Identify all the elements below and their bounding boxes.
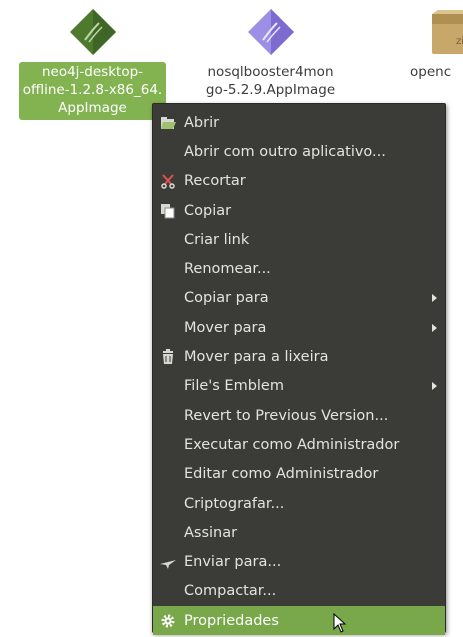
menu-item-label: Copiar <box>184 202 232 219</box>
menu-item-label: Mover para <box>184 319 267 336</box>
menu-item-abrir-com[interactable]: Abrir com outro aplicativo... <box>153 137 445 166</box>
mouse-cursor-icon <box>333 612 347 637</box>
menu-item-criptografar[interactable]: Criptografar... <box>153 489 445 518</box>
menu-item-copiar[interactable]: Copiar <box>153 196 445 225</box>
zip-label: zip <box>456 36 463 47</box>
menu-item-mover-para[interactable]: Mover para <box>153 313 445 342</box>
menu-item-enviar-para[interactable]: Enviar para... <box>153 547 445 576</box>
scissors-icon <box>158 171 178 191</box>
menu-item-label: File's Emblem <box>184 378 284 395</box>
submenu-arrow-icon <box>432 382 437 391</box>
menu-item-assinar[interactable]: Assinar <box>153 518 445 547</box>
desktop-file-neo4j[interactable]: neo4j-desktop- offline-1.2.8-x86_64. App… <box>10 4 175 120</box>
submenu-arrow-icon <box>432 323 437 332</box>
menu-item-label: Compactar... <box>184 583 277 600</box>
menu-item-label: Mover para a lixeira <box>184 349 329 366</box>
menu-item-label: Abrir <box>184 114 220 131</box>
file-name-label: nosqlbooster4mon go-5.2.9.AppImage <box>205 64 336 98</box>
copy-icon <box>158 201 178 221</box>
menu-item-files-emblem[interactable]: File's Emblem <box>153 372 445 401</box>
open-icon <box>158 113 178 133</box>
menu-item-label: Editar como Administrador <box>184 466 379 483</box>
neo4j-diamond-icon <box>65 4 121 60</box>
menu-item-label: Executar como Administrador <box>184 436 400 453</box>
context-menu: Abrir Abrir com outro aplicativo... Reco… <box>152 103 446 636</box>
desktop-file-nosqlbooster[interactable]: nosqlbooster4mon go-5.2.9.AppImage <box>188 4 353 102</box>
menu-item-propriedades[interactable]: Propriedades <box>153 606 445 636</box>
menu-item-editar-admin[interactable]: Editar como Administrador <box>153 460 445 489</box>
menu-item-label: Criar link <box>184 231 250 248</box>
menu-item-mover-lixeira[interactable]: Mover para a lixeira <box>153 342 445 371</box>
file-name-label: openc <box>410 64 452 80</box>
menu-item-renomear[interactable]: Renomear... <box>153 254 445 283</box>
menu-item-copiar-para[interactable]: Copiar para <box>153 284 445 313</box>
menu-item-label: Revert to Previous Version... <box>184 407 389 424</box>
nosqlbooster-diamond-icon <box>243 4 299 60</box>
menu-item-abrir[interactable]: Abrir <box>153 108 445 137</box>
menu-item-label: Copiar para <box>184 290 269 307</box>
menu-item-revert-version[interactable]: Revert to Previous Version... <box>153 401 445 430</box>
menu-item-criar-link[interactable]: Criar link <box>153 225 445 254</box>
desktop-file-opencv[interactable]: zip openc <box>400 4 463 84</box>
gear-icon <box>158 611 178 631</box>
file-name-label: neo4j-desktop- offline-1.2.8-x86_64. App… <box>18 62 167 120</box>
menu-item-recortar[interactable]: Recortar <box>153 167 445 196</box>
menu-item-executar-admin[interactable]: Executar como Administrador <box>153 430 445 459</box>
menu-item-compactar[interactable]: Compactar... <box>153 577 445 606</box>
send-icon <box>158 552 178 572</box>
menu-item-label: Propriedades <box>184 612 279 629</box>
menu-item-label: Criptografar... <box>184 495 285 512</box>
menu-item-label: Assinar <box>184 524 238 541</box>
submenu-arrow-icon <box>432 294 437 303</box>
trash-icon <box>158 347 178 367</box>
menu-item-label: Recortar <box>184 173 246 190</box>
zip-archive-icon: zip <box>424 4 463 60</box>
menu-item-label: Renomear... <box>184 261 271 278</box>
menu-item-label: Abrir com outro aplicativo... <box>184 143 386 160</box>
menu-item-label: Enviar para... <box>184 554 282 571</box>
